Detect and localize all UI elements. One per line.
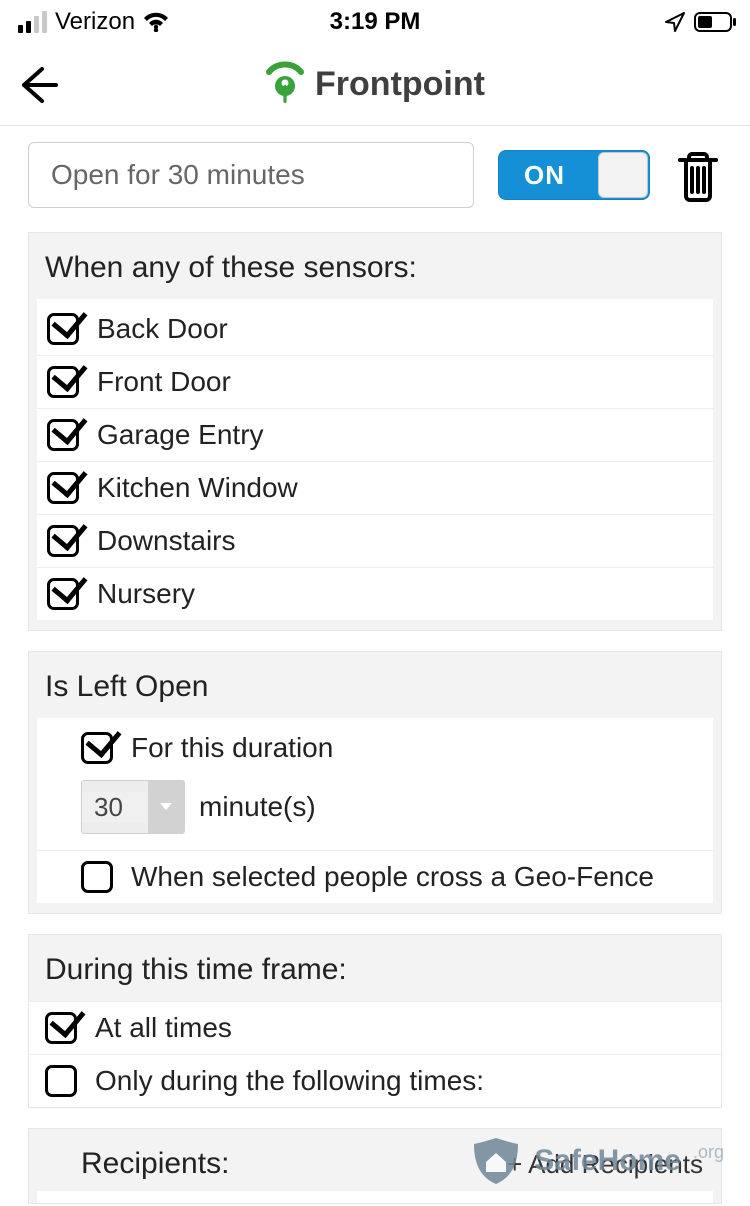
sensor-label: Front Door	[97, 366, 231, 398]
sensor-label: Downstairs	[97, 525, 235, 557]
sensors-list: Back Door Front Door Garage Entry Kitche…	[37, 299, 713, 620]
frontpoint-logo-icon	[265, 60, 305, 110]
toggle-label: ON	[524, 160, 565, 191]
duration-select[interactable]: 30	[81, 780, 185, 834]
trash-icon	[674, 148, 722, 202]
rule-header-row: ON	[0, 126, 750, 226]
only-times-row[interactable]: Only during the following times:	[29, 1054, 721, 1107]
delete-rule-button[interactable]	[674, 148, 722, 202]
duration-value-row: 30 minute(s)	[37, 774, 713, 850]
checkbox-icon	[47, 419, 79, 451]
time-frame-list: At all times Only during the following t…	[29, 1001, 721, 1107]
duration-checkbox-row[interactable]: For this duration	[37, 718, 713, 774]
checkbox-icon	[47, 472, 79, 504]
geofence-checkbox-row[interactable]: When selected people cross a Geo-Fence	[37, 850, 713, 903]
shield-house-icon	[468, 1136, 524, 1186]
time-frame-section: During this time frame: At all times Onl…	[28, 934, 722, 1108]
checkbox-icon	[47, 366, 79, 398]
checkbox-icon	[47, 313, 79, 345]
sensors-section: When any of these sensors: Back Door Fro…	[28, 232, 722, 631]
sensor-row[interactable]: Front Door	[37, 355, 713, 408]
app-header: Frontpoint	[0, 44, 750, 126]
only-times-label: Only during the following times:	[95, 1065, 484, 1097]
time-frame-title: During this time frame:	[29, 935, 721, 1001]
arrow-left-icon	[16, 63, 60, 107]
back-button[interactable]	[16, 63, 60, 107]
sensor-row[interactable]: Garage Entry	[37, 408, 713, 461]
sensor-row[interactable]: Nursery	[37, 567, 713, 620]
checkbox-icon	[45, 1065, 77, 1097]
geofence-label: When selected people cross a Geo-Fence	[131, 861, 654, 893]
watermark-suffix: .org	[693, 1142, 724, 1163]
left-open-list: For this duration 30 minute(s) When sele…	[37, 718, 713, 903]
left-open-title: Is Left Open	[29, 652, 721, 718]
sensors-title: When any of these sensors:	[29, 233, 721, 299]
brand-name: Frontpoint	[315, 65, 485, 104]
checkbox-icon	[45, 1012, 77, 1044]
sensor-row[interactable]: Downstairs	[37, 514, 713, 567]
safehome-watermark: SafeHome .org	[468, 1136, 724, 1186]
all-times-label: At all times	[95, 1012, 232, 1044]
rule-enabled-toggle[interactable]: ON	[498, 150, 650, 200]
checkbox-icon	[81, 861, 113, 893]
duration-value: 30	[82, 792, 148, 823]
sensor-label: Back Door	[97, 313, 228, 345]
brand: Frontpoint	[265, 60, 485, 110]
clock: 3:19 PM	[0, 8, 750, 36]
sensor-label: Kitchen Window	[97, 472, 298, 504]
watermark-brand: SafeHome	[534, 1144, 681, 1178]
checkbox-icon	[47, 578, 79, 610]
all-times-row[interactable]: At all times	[29, 1001, 721, 1054]
duration-units: minute(s)	[199, 791, 316, 823]
duration-label: For this duration	[131, 732, 333, 764]
checkbox-icon	[81, 732, 113, 764]
sensor-label: Nursery	[97, 578, 195, 610]
chevron-down-icon	[148, 781, 184, 833]
checkbox-icon	[47, 525, 79, 557]
status-bar: Verizon 3:19 PM	[0, 0, 750, 44]
left-open-section: Is Left Open For this duration 30 minute…	[28, 651, 722, 914]
sensor-label: Garage Entry	[97, 419, 264, 451]
sensor-row[interactable]: Back Door	[37, 299, 713, 355]
toggle-knob	[598, 152, 648, 198]
rule-name-input[interactable]	[28, 142, 474, 208]
recipients-title: Recipients:	[81, 1147, 229, 1181]
sensor-row[interactable]: Kitchen Window	[37, 461, 713, 514]
